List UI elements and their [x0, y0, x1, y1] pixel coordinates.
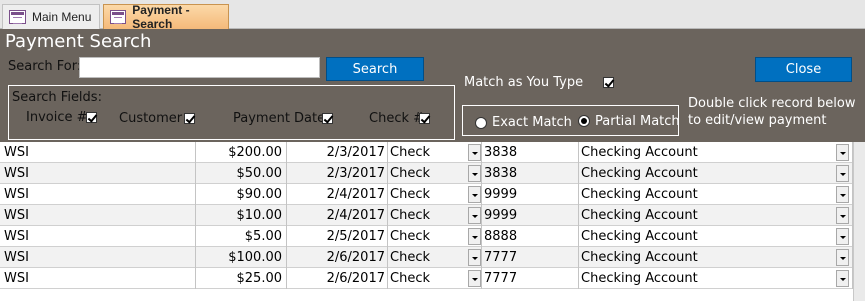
account-cell[interactable]: Checking Account — [579, 184, 853, 205]
partial-match-radio[interactable] — [578, 115, 590, 127]
payment-date-cell[interactable]: 2/4/2017 — [287, 205, 388, 226]
tab-main-menu-label: Main Menu — [32, 10, 92, 24]
table-row[interactable]: WSI $10.00 2/4/2017 Check 9999 Checking Accou… — [0, 205, 865, 226]
account-cell[interactable]: Checking Account — [579, 205, 853, 226]
match-as-you-type-label: Match as You Type — [464, 75, 584, 90]
amount-cell[interactable]: $90.00 — [196, 184, 287, 205]
search-button[interactable]: Search — [326, 57, 424, 81]
table-row[interactable]: WSI $50.00 2/3/2017 Check 3838 Checking Accou… — [0, 163, 865, 184]
account-dropdown-icon[interactable] — [836, 144, 849, 161]
exact-match-radio[interactable] — [475, 117, 487, 129]
payment-type-dropdown-icon[interactable] — [468, 165, 481, 182]
payment-type-dropdown-icon[interactable] — [468, 249, 481, 266]
match-as-you-type-checkbox[interactable] — [603, 77, 614, 88]
table-row[interactable]: WSI $100.00 2/6/2017 Check 7777 Checking Acco… — [0, 247, 865, 268]
customer-field-checkbox[interactable] — [184, 113, 195, 124]
account-cell[interactable]: Checking Account — [579, 142, 853, 163]
amount-cell[interactable]: $200.00 — [196, 142, 287, 163]
account-cell[interactable]: Checking Account — [579, 226, 853, 247]
payment-date-field-checkbox[interactable] — [322, 113, 333, 124]
amount-cell[interactable]: $100.00 — [196, 247, 287, 268]
check-number-cell[interactable]: 7777 — [482, 247, 579, 268]
customer-field-label: Customer — [119, 111, 183, 126]
table-row[interactable]: WSI $200.00 2/3/2017 Check 3838 Checking Acco… — [0, 142, 865, 163]
check-number-cell[interactable]: 9999 — [482, 205, 579, 226]
invoice-field-label: Invoice # — [26, 110, 88, 125]
search-fields-group: Search Fields: Invoice # Customer Paymen… — [8, 85, 455, 140]
search-for-label: Search For: — [8, 59, 82, 74]
payment-date-cell[interactable]: 2/3/2017 — [287, 142, 388, 163]
tab-payment-search[interactable]: Payment - Search — [103, 3, 229, 31]
payment-type-dropdown-icon[interactable] — [468, 270, 481, 287]
check-field-label: Check # — [369, 111, 425, 126]
check-number-cell[interactable]: 8888 — [482, 226, 579, 247]
tab-payment-search-label: Payment - Search — [132, 3, 190, 31]
table-row[interactable]: WSI $90.00 2/4/2017 Check 9999 Checking Accou… — [0, 184, 865, 205]
account-cell[interactable]: Checking Account — [579, 247, 853, 268]
search-input[interactable] — [79, 57, 320, 78]
payment-results-grid: WSI $200.00 2/3/2017 Check 3838 Checking Acco… — [0, 142, 865, 289]
search-fields-label: Search Fields: — [12, 90, 102, 105]
payment-date-cell[interactable]: 2/3/2017 — [287, 163, 388, 184]
close-button[interactable]: Close — [755, 57, 852, 82]
partial-match-label: Partial Match — [595, 114, 680, 129]
amount-cell[interactable]: $50.00 — [196, 163, 287, 184]
page-title: Payment Search — [5, 31, 152, 52]
check-field-checkbox[interactable] — [419, 113, 430, 124]
payment-date-cell[interactable]: 2/4/2017 — [287, 184, 388, 205]
payment-type-dropdown-icon[interactable] — [468, 144, 481, 161]
amount-cell[interactable]: $5.00 — [196, 226, 287, 247]
amount-cell[interactable]: $10.00 — [196, 205, 287, 226]
customer-cell[interactable]: WSI — [0, 142, 196, 163]
check-number-cell[interactable]: 7777 — [482, 268, 579, 289]
customer-cell[interactable]: WSI — [0, 184, 196, 205]
customer-cell[interactable]: WSI — [0, 268, 196, 289]
payment-date-field-label: Payment Date — [233, 111, 326, 126]
table-row[interactable]: WSI $5.00 2/5/2017 Check 8888 Checking Accoun… — [0, 226, 865, 247]
payment-date-cell[interactable]: 2/6/2017 — [287, 247, 388, 268]
account-dropdown-icon[interactable] — [836, 270, 849, 287]
account-dropdown-icon[interactable] — [836, 207, 849, 224]
account-dropdown-icon[interactable] — [836, 249, 849, 266]
form-icon — [9, 10, 26, 24]
check-number-cell[interactable]: 3838 — [482, 142, 579, 163]
account-dropdown-icon[interactable] — [836, 186, 849, 203]
account-cell[interactable]: Checking Account — [579, 268, 853, 289]
payment-date-cell[interactable]: 2/5/2017 — [287, 226, 388, 247]
account-cell[interactable]: Checking Account — [579, 163, 853, 184]
amount-cell[interactable]: $25.00 — [196, 268, 287, 289]
exact-match-label: Exact Match — [492, 115, 572, 130]
vertical-scrollbar[interactable] — [853, 142, 865, 301]
payment-date-cell[interactable]: 2/6/2017 — [287, 268, 388, 289]
match-mode-group: Exact Match Partial Match — [462, 105, 680, 136]
payment-type-dropdown-icon[interactable] — [468, 186, 481, 203]
document-tab-strip: Main Menu Payment - Search — [0, 0, 865, 31]
check-number-cell[interactable]: 9999 — [482, 184, 579, 205]
customer-cell[interactable]: WSI — [0, 247, 196, 268]
payment-type-dropdown-icon[interactable] — [468, 228, 481, 245]
form-icon — [110, 10, 127, 24]
edit-hint: Double click record below to edit/view p… — [688, 96, 856, 128]
customer-cell[interactable]: WSI — [0, 163, 196, 184]
tab-main-menu[interactable]: Main Menu — [2, 4, 100, 29]
account-dropdown-icon[interactable] — [836, 228, 849, 245]
table-row[interactable]: WSI $25.00 2/6/2017 Check 7777 Checking Accou… — [0, 268, 865, 289]
payment-type-dropdown-icon[interactable] — [468, 207, 481, 224]
account-dropdown-icon[interactable] — [836, 165, 849, 182]
form-header: Payment Search Search For: Search Match … — [0, 29, 865, 142]
check-number-cell[interactable]: 3838 — [482, 163, 579, 184]
customer-cell[interactable]: WSI — [0, 226, 196, 247]
customer-cell[interactable]: WSI — [0, 205, 196, 226]
invoice-field-checkbox[interactable] — [86, 112, 97, 123]
